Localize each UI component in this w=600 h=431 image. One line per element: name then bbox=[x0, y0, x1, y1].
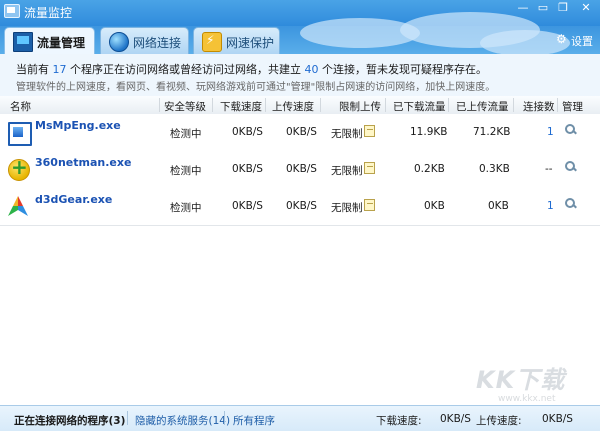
upload-speed-value: 0KB/S bbox=[542, 413, 573, 425]
window-title: 流量监控 bbox=[24, 6, 73, 20]
tab-label: 网络连接 bbox=[133, 36, 182, 50]
table-row[interactable]: MsMpEng.exe 检测中 0KB/S 0KB/S 无限制 11.9KB 7… bbox=[0, 114, 600, 152]
col-manage: 管理 bbox=[562, 101, 583, 113]
table-row[interactable]: d3dGear.exe 检测中 0KB/S 0KB/S 无限制 0KB 0KB … bbox=[0, 188, 600, 226]
downloaded-traffic: 0.2KB bbox=[414, 163, 445, 175]
app-icon bbox=[4, 4, 20, 18]
download-speed: 0KB/S bbox=[232, 163, 263, 175]
connection-count[interactable]: 1 bbox=[547, 200, 554, 212]
filter-all-programs[interactable]: 所有程序 bbox=[233, 413, 275, 428]
col-uploaded[interactable]: 已上传流量 bbox=[456, 99, 509, 114]
col-security[interactable]: 安全等级 bbox=[164, 99, 206, 114]
upload-speed-label: 上传速度: bbox=[476, 415, 522, 427]
col-name[interactable]: 名称 bbox=[10, 99, 31, 114]
security-level: 检测中 bbox=[170, 202, 202, 214]
uploaded-traffic: 0KB bbox=[488, 200, 509, 212]
tab-header: 流量管理 网络连接 网速保护 ⚙ 设置 bbox=[0, 12, 600, 56]
watermark-logo: KK下载 bbox=[476, 366, 566, 394]
360-icon bbox=[8, 155, 30, 181]
download-speed: 0KB/S bbox=[232, 126, 263, 138]
app-name: 360netman.exe bbox=[35, 156, 132, 169]
watermark: KK下载 www.kkx.net bbox=[476, 360, 566, 404]
edit-icon[interactable] bbox=[364, 125, 375, 137]
watermark-url: www.kkx.net bbox=[498, 394, 556, 404]
settings-label: 设置 bbox=[571, 35, 593, 48]
maximize-button[interactable]: ▭ bbox=[534, 0, 552, 16]
upload-speed: 0KB/S bbox=[286, 126, 317, 138]
connection-count: 40 bbox=[304, 63, 319, 76]
filter-connected-programs[interactable]: 正在连接网络的程序(3) bbox=[14, 413, 125, 428]
tab-speed-protection[interactable]: 网速保护 bbox=[193, 27, 280, 55]
filter-hidden-services[interactable]: 隐藏的系统服务(14) bbox=[135, 413, 230, 428]
uploaded-traffic: 0.3KB bbox=[479, 163, 510, 175]
uploaded-traffic: 71.2KB bbox=[473, 126, 511, 138]
app-name: MsMpEng.exe bbox=[35, 119, 121, 132]
col-downloaded[interactable]: 已下载流量 bbox=[393, 99, 446, 114]
table-header: 名称 安全等级 下载速度 上传速度 限制上传 已下载流量 已上传流量 连接数 管… bbox=[0, 96, 600, 115]
minimize-button[interactable]: — bbox=[514, 0, 532, 16]
hint-text: 管理软件的上网速度，看网页、看视频、玩网络游戏前可通过"管理"限制占网速的访问网… bbox=[16, 82, 496, 93]
restore-button[interactable]: ❐ bbox=[554, 0, 572, 16]
upload-limit: 无限制 bbox=[331, 165, 363, 177]
downloaded-traffic: 11.9KB bbox=[410, 126, 448, 138]
download-speed: 0KB/S bbox=[232, 200, 263, 212]
download-speed-value: 0KB/S bbox=[440, 413, 471, 425]
upload-limit: 无限制 bbox=[331, 128, 363, 140]
d3dgear-icon bbox=[8, 196, 28, 216]
col-limit-upload[interactable]: 限制上传 bbox=[339, 99, 381, 114]
msmpeng-icon bbox=[8, 122, 32, 146]
magnifier-icon[interactable] bbox=[565, 161, 576, 172]
speed-protect-icon bbox=[202, 32, 222, 52]
col-connections[interactable]: 连接数 bbox=[523, 99, 555, 114]
upload-speed: 0KB/S bbox=[286, 200, 317, 212]
program-count: 17 bbox=[52, 63, 67, 76]
security-level: 检测中 bbox=[170, 165, 202, 177]
connection-count: -- bbox=[545, 163, 553, 175]
table-row[interactable]: 360netman.exe 检测中 0KB/S 0KB/S 无限制 0.2KB … bbox=[0, 151, 600, 189]
globe-icon bbox=[109, 32, 129, 52]
close-button[interactable]: ✕ bbox=[575, 0, 597, 16]
magnifier-icon[interactable] bbox=[565, 124, 576, 135]
edit-icon[interactable] bbox=[364, 162, 375, 174]
tab-network-connections[interactable]: 网络连接 bbox=[100, 27, 189, 55]
upload-speed: 0KB/S bbox=[286, 163, 317, 175]
status-bar: 正在连接网络的程序(3) 隐藏的系统服务(14) 所有程序 下载速度: 0KB/… bbox=[0, 405, 600, 431]
monitor-icon bbox=[13, 32, 33, 52]
summary-line: 当前有 17 个程序正在访问网络或曾经访问过网络，共建立 40 个连接，暂未发现… bbox=[16, 63, 487, 76]
downloaded-traffic: 0KB bbox=[424, 200, 445, 212]
tab-label: 网速保护 bbox=[226, 36, 275, 50]
connection-count[interactable]: 1 bbox=[547, 126, 554, 138]
gear-icon: ⚙ bbox=[556, 32, 567, 46]
upload-limit: 无限制 bbox=[331, 202, 363, 214]
summary-panel: 当前有 17 个程序正在访问网络或曾经访问过网络，共建立 40 个连接，暂未发现… bbox=[0, 54, 600, 97]
tab-label: 流量管理 bbox=[37, 36, 86, 50]
download-speed-label: 下载速度: bbox=[376, 415, 422, 427]
magnifier-icon[interactable] bbox=[565, 198, 576, 209]
app-name: d3dGear.exe bbox=[35, 193, 113, 206]
security-level: 检测中 bbox=[170, 128, 202, 140]
col-download-speed[interactable]: 下载速度 bbox=[220, 99, 262, 114]
tab-traffic-management[interactable]: 流量管理 bbox=[4, 27, 95, 55]
col-upload-speed[interactable]: 上传速度 bbox=[272, 99, 314, 114]
edit-icon[interactable] bbox=[364, 199, 375, 211]
